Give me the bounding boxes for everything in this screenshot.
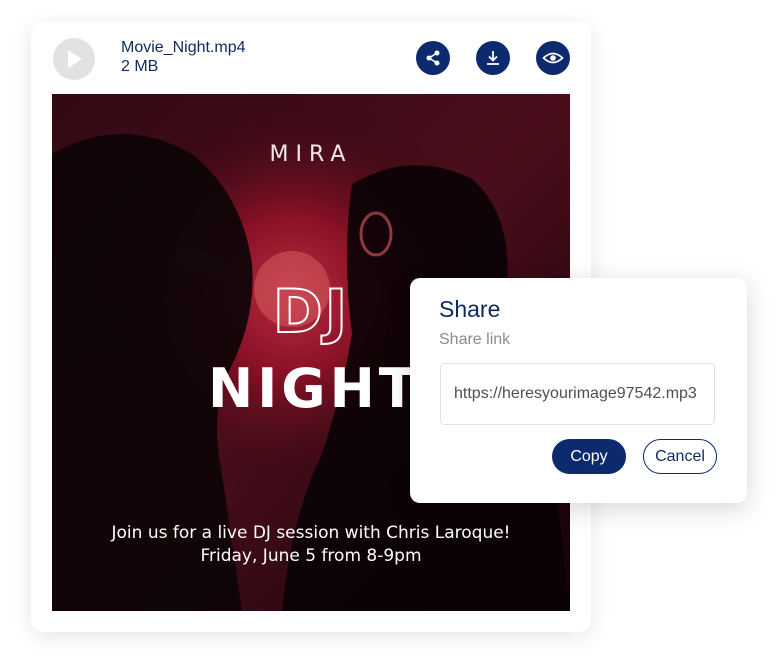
share-link-field[interactable] xyxy=(440,363,715,425)
cancel-button[interactable]: Cancel xyxy=(643,439,717,474)
brand-logo: MIRA xyxy=(269,142,353,167)
download-button[interactable] xyxy=(476,41,510,75)
eye-icon xyxy=(542,52,564,64)
play-icon xyxy=(68,50,82,68)
file-size: 2 MB xyxy=(121,58,159,75)
poster-tagline: Join us for a live DJ session with Chris… xyxy=(111,523,511,543)
dialog-subtitle: Share link xyxy=(439,331,511,348)
poster-title: NIGHT xyxy=(208,357,420,420)
poster-datetime: Friday, June 5 from 8-9pm xyxy=(200,546,422,566)
preview-button[interactable] xyxy=(536,41,570,75)
file-name: Movie_Night.mp4 xyxy=(121,39,246,56)
share-dialog: Share Share link Copy Cancel xyxy=(410,278,747,503)
share-icon xyxy=(426,50,440,66)
download-icon xyxy=(487,51,499,65)
share-button[interactable] xyxy=(416,41,450,75)
play-button[interactable] xyxy=(53,38,95,80)
copy-button[interactable]: Copy xyxy=(552,439,626,474)
dialog-title: Share xyxy=(439,296,501,322)
